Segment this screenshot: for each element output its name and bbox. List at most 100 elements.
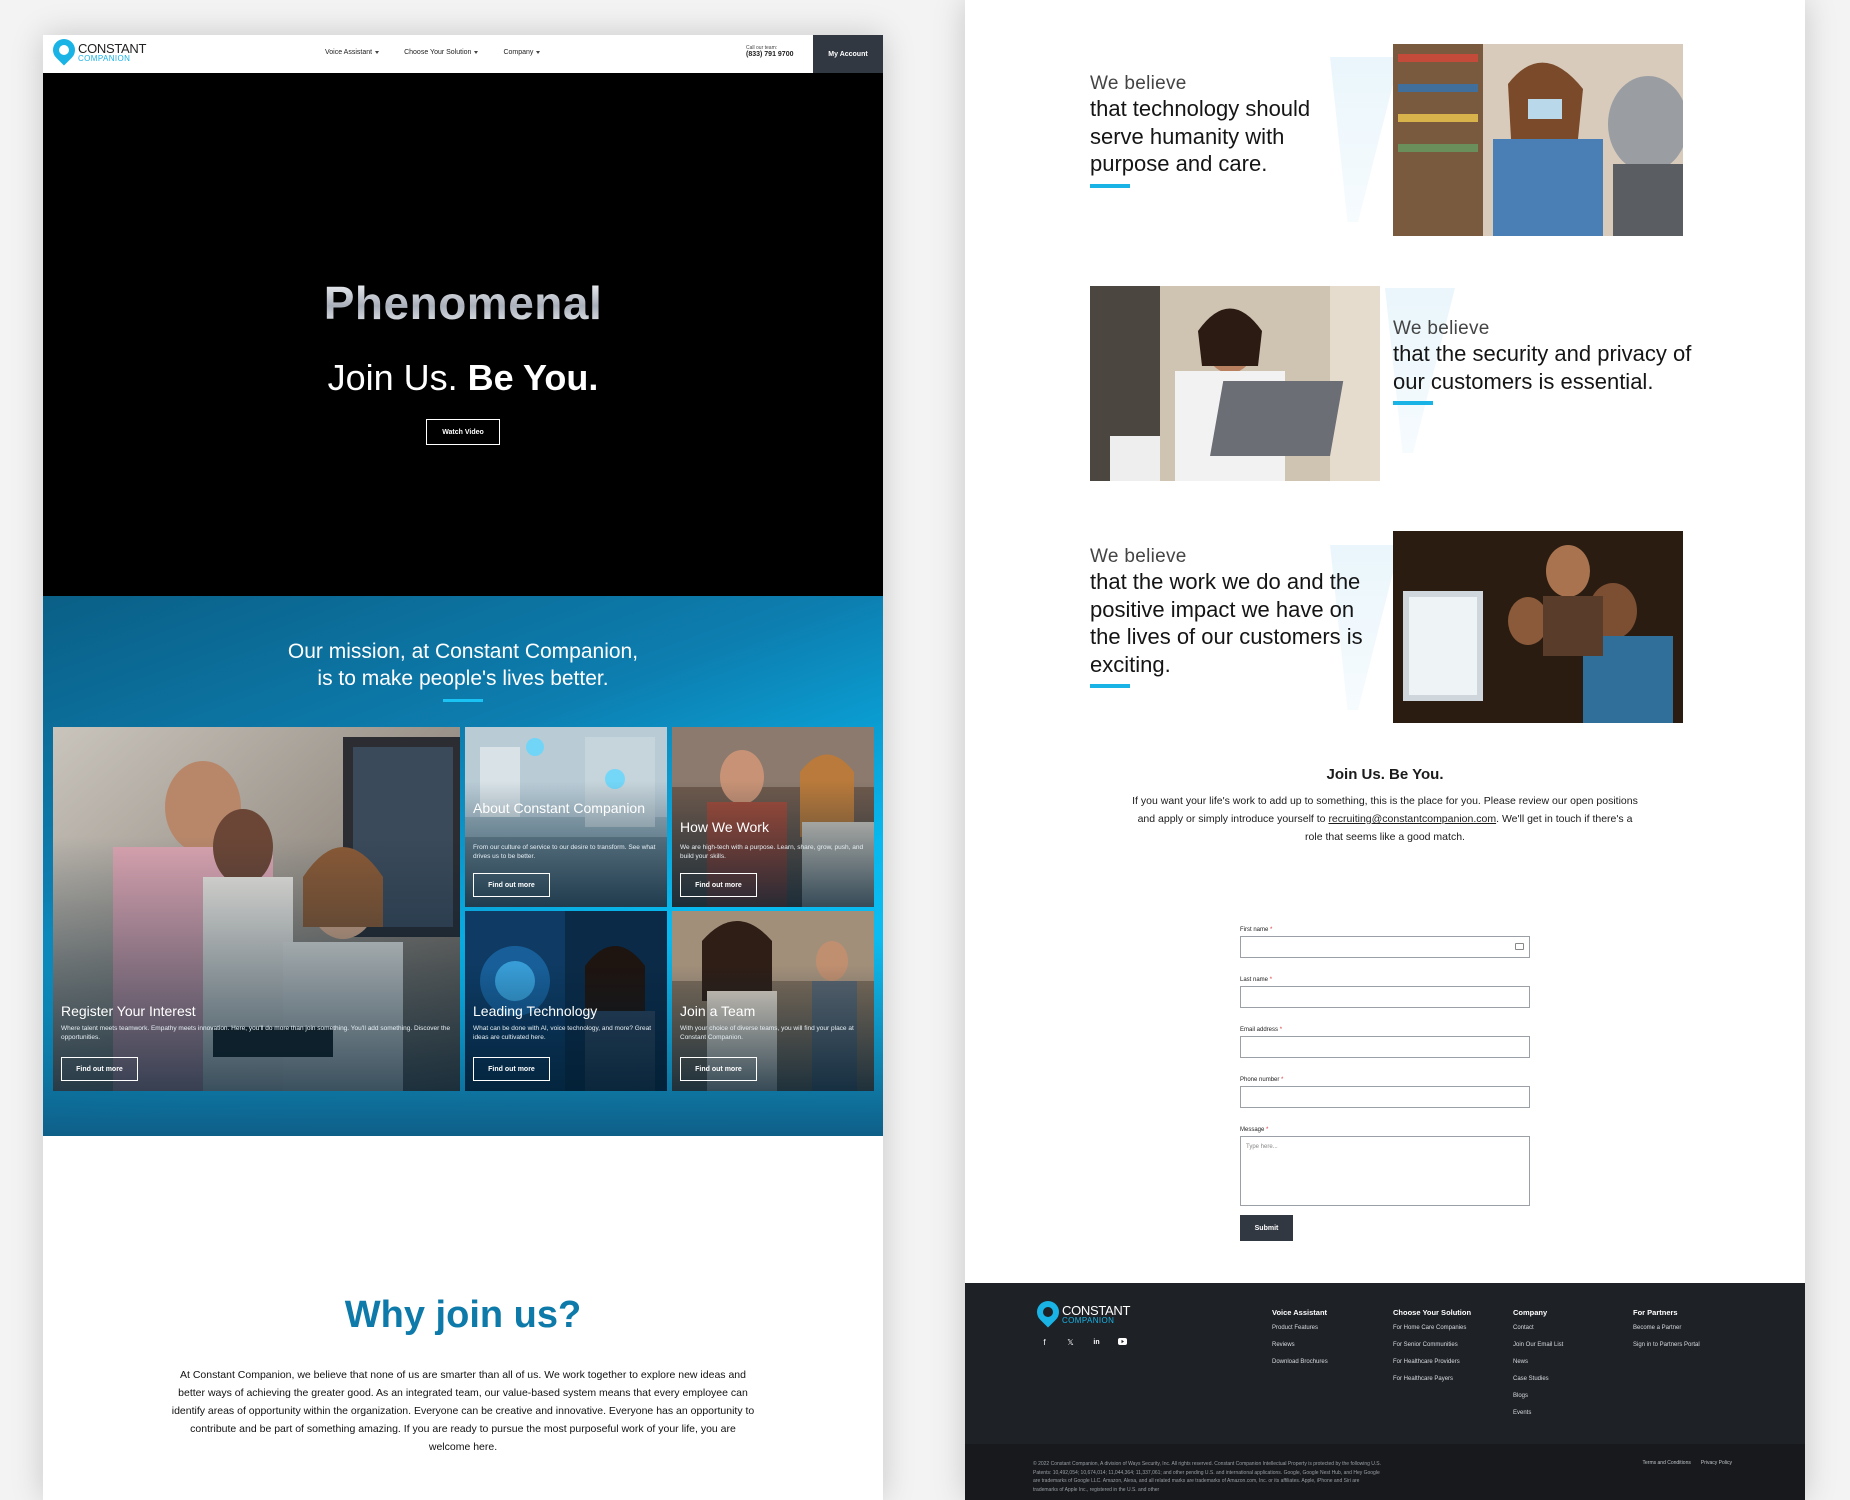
belief-accent-line [1090, 684, 1130, 688]
tile-title: Register Your Interest [61, 1003, 196, 1019]
tile-register-interest[interactable]: Register Your Interest Where talent meet… [53, 727, 460, 1091]
belief-text: that the work we do and the positive imp… [1090, 569, 1363, 677]
application-form: First name * Last name * Email address *… [1240, 927, 1530, 1241]
why-join-body: At Constant Companion, we believe that n… [171, 1369, 755, 1453]
call-our-team[interactable]: Call our team: (833) 791 9700 [746, 45, 793, 59]
careers-page-top: CONSTANT COMPANION Voice Assistant Choos… [43, 35, 883, 1500]
footer-link[interactable]: For Healthcare Payers [1393, 1376, 1471, 1382]
footer-col-partners: For Partners Become a Partner Sign in to… [1633, 1308, 1700, 1359]
brand-logo[interactable]: CONSTANT COMPANION [48, 35, 146, 66]
footer-link[interactable]: Contact [1513, 1325, 1563, 1331]
menu-company[interactable]: Company [503, 49, 541, 56]
footer-link[interactable]: Download Brochures [1272, 1359, 1328, 1365]
belief-accent-line [1090, 183, 1130, 188]
linkedin-icon[interactable]: in [1092, 1338, 1101, 1347]
menu-voice-assistant[interactable]: Voice Assistant [325, 49, 380, 56]
first-name-field: First name * [1240, 927, 1530, 958]
belief-security: We believe that the security and privacy… [1393, 318, 1693, 405]
logo-subwordmark: COMPANION [1062, 1315, 1115, 1325]
footer-link[interactable]: Events [1513, 1410, 1563, 1416]
first-name-input[interactable] [1240, 936, 1530, 958]
footer-heading: Voice Assistant [1272, 1308, 1328, 1317]
last-name-input[interactable] [1240, 986, 1530, 1008]
footer-heading: Choose Your Solution [1393, 1308, 1472, 1317]
phone-field: Phone number * [1240, 1077, 1530, 1108]
footer-link[interactable]: Reviews [1272, 1342, 1328, 1348]
phone-input[interactable] [1240, 1086, 1530, 1108]
email-label: Email address * [1240, 1027, 1283, 1033]
find-out-more-button[interactable]: Find out more [473, 873, 550, 897]
mission-section: Our mission, at Constant Companion, is t… [43, 596, 883, 1136]
hero-section: Phenomenal Join Us. Be You. Watch Video [43, 73, 883, 596]
twitter-icon[interactable]: 𝕏 [1066, 1338, 1075, 1347]
first-name-label: First name * [1240, 927, 1273, 933]
belief-text: that the security and privacy of our cus… [1393, 341, 1692, 394]
social-links: f 𝕏 in [1040, 1338, 1127, 1347]
tile-how-we-work[interactable]: How We Work We are high-tech with a purp… [672, 727, 874, 907]
why-join-title: Why join us? [344, 1294, 582, 1336]
last-name-label: Last name * [1240, 977, 1273, 983]
tile-join-a-team[interactable]: Join a Team With your choice of diverse … [672, 911, 874, 1091]
join-us-title: Join Us. Be You. [1326, 766, 1444, 783]
tile-about-company[interactable]: About Constant Companion From our cultur… [465, 727, 667, 907]
youtube-icon[interactable] [1118, 1338, 1127, 1347]
belief-prefix: We believe [1090, 546, 1187, 567]
logo-wordmark: CONSTANT [1062, 1302, 1131, 1318]
find-out-more-button[interactable]: Find out more [61, 1057, 138, 1081]
footer-link[interactable]: News [1513, 1359, 1563, 1365]
watch-video-button[interactable]: Watch Video [426, 419, 500, 445]
footer-link[interactable]: For Senior Communities [1393, 1342, 1471, 1348]
legal-links: Terms and Conditions Privacy Policy [1643, 1460, 1732, 1466]
footer-heading: For Partners [1633, 1308, 1678, 1317]
tile-title: Join a Team [680, 1003, 756, 1019]
tile-description: With your choice of diverse teams, you w… [680, 1025, 854, 1041]
last-name-field: Last name * [1240, 977, 1530, 1008]
logo-pin-icon [48, 35, 80, 66]
tile-leading-technology[interactable]: Leading Technology What can be done with… [465, 911, 667, 1091]
mission-line-1: Our mission, at Constant Companion, [287, 640, 639, 663]
tile-description: From our culture of service to our desir… [473, 844, 656, 860]
terms-link[interactable]: Terms and Conditions [1643, 1460, 1691, 1466]
message-placeholder: Type here... [1246, 1144, 1278, 1150]
footer-link[interactable]: Product Features [1272, 1325, 1328, 1331]
nurse-with-patient-photo [1393, 44, 1683, 236]
mission-statement: Our mission, at Constant Companion, is t… [43, 638, 883, 692]
footer-link[interactable]: Become a Partner [1633, 1325, 1700, 1331]
footer-logo[interactable]: CONSTANT COMPANION [1032, 1296, 1131, 1328]
contact-card-icon[interactable] [1515, 943, 1524, 950]
footer-link[interactable]: For Healthcare Providers [1393, 1359, 1471, 1365]
phone-label: Phone number * [1240, 1077, 1284, 1083]
join-us-body: If you want your life's work to add up t… [1130, 792, 1640, 846]
copyright-text: © 2022 Constant Companion, A division of… [1033, 1461, 1382, 1493]
main-menu: Voice Assistant Choose Your Solution Com… [325, 49, 541, 56]
menu-choose-solution[interactable]: Choose Your Solution [404, 49, 479, 56]
chevron-down-icon [474, 51, 479, 54]
facebook-icon[interactable]: f [1040, 1338, 1049, 1347]
phone-number[interactable]: (833) 791 9700 [746, 51, 793, 59]
recruiting-email-link[interactable]: recruiting@constantcompanion.com [1328, 813, 1496, 825]
email-input[interactable] [1240, 1036, 1530, 1058]
belief-text: that technology should serve humanity wi… [1090, 96, 1311, 176]
belief-technology: We believe that technology should serve … [1090, 73, 1370, 188]
privacy-link[interactable]: Privacy Policy [1701, 1460, 1732, 1466]
find-out-more-button[interactable]: Find out more [680, 1057, 757, 1081]
find-out-more-button[interactable]: Find out more [680, 873, 757, 897]
footer-link[interactable]: Join Our Email List [1513, 1342, 1563, 1348]
footer-link[interactable]: Case Studies [1513, 1376, 1563, 1382]
footer-link[interactable]: For Home Care Companies [1393, 1325, 1471, 1331]
hero-title: Phenomenal [43, 276, 883, 330]
footer-link[interactable]: Blogs [1513, 1393, 1563, 1399]
tile-description: What can be done with AI, voice technolo… [473, 1025, 652, 1041]
message-textarea[interactable]: Type here... [1240, 1136, 1530, 1206]
footer-bottom-bar: © 2022 Constant Companion, A division of… [965, 1444, 1805, 1500]
my-account-button[interactable]: My Account [813, 35, 883, 73]
footer-col-voice-assistant: Voice Assistant Product Features Reviews… [1272, 1308, 1328, 1376]
doctor-video-call-photo [1090, 286, 1380, 481]
submit-button[interactable]: Submit [1240, 1215, 1293, 1241]
find-out-more-button[interactable]: Find out more [473, 1057, 550, 1081]
footer-link[interactable]: Sign in to Partners Portal [1633, 1342, 1700, 1348]
tile-title: Leading Technology [473, 1003, 598, 1019]
message-label: Message * [1240, 1127, 1269, 1133]
tile-description: Where talent meets teamwork. Empathy mee… [61, 1025, 451, 1041]
hero-subtitle-bold: Be You. [467, 357, 599, 398]
